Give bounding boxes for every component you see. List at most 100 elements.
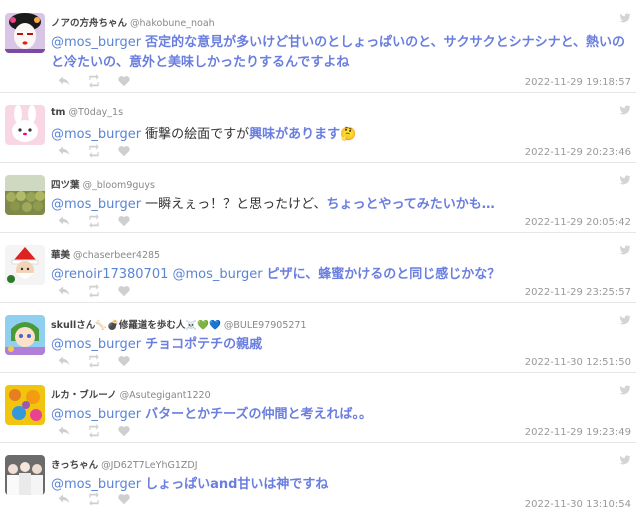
twitter-bird-icon[interactable] (619, 244, 631, 256)
tweet-text: @mos_burger 否定的な意見が多いけど甘いのとしょっぱいのと、サクサクとシ… (51, 33, 631, 73)
avatar-pink-rabbit-image (5, 105, 45, 145)
twitter-bird-icon[interactable] (619, 104, 631, 116)
mention-link[interactable]: @renoir17380701 @mos_burger (51, 267, 263, 282)
retweet-icon[interactable] (87, 354, 101, 368)
retweet-icon[interactable] (87, 424, 101, 438)
mention-link[interactable]: @mos_burger (51, 407, 141, 422)
avatar[interactable] (5, 105, 45, 145)
display-name[interactable]: 四ツ葉 (51, 180, 80, 191)
twitter-bird-icon[interactable] (619, 174, 631, 186)
timestamp[interactable]: 2022-11-29 20:05:42 (525, 217, 631, 228)
tweet-header: ノアの方舟ちゃん @hakobune_noah (51, 15, 215, 29)
tweet-text: @mos_burger バターとかチーズの仲間と考えれば。。 (51, 405, 631, 425)
tweet-card: skullさん🦴💣修羅道を歩む人☠️💚💙 @BULE97905271 @mos_b… (0, 302, 636, 373)
tweet-header: ルカ・ブルーノ @Asutegigant1220 (51, 387, 211, 401)
avatar[interactable] (5, 455, 45, 495)
avatar-field-image (5, 175, 45, 215)
tweet-text: @mos_burger チョコポテチの親戚 (51, 335, 631, 355)
tweet-card: ノアの方舟ちゃん @hakobune_noah @mos_burger 否定的な意見… (0, 0, 636, 93)
avatar-flowers-image (5, 385, 45, 425)
user-handle[interactable]: @_bloom9guys (83, 180, 155, 191)
highlight-text: ピザに、蜂蜜かけるのと同じ感じかな？ (266, 267, 501, 282)
timestamp[interactable]: 2022-11-29 23:25:57 (525, 287, 631, 298)
user-handle[interactable]: @JD62T7LeYhG1ZDJ (101, 460, 197, 471)
display-name[interactable]: tm (51, 107, 65, 118)
tweet-text: @mos_burger 一瞬えぇっ！？と思ったけど、ちょっとやってみたいかも… (51, 195, 631, 215)
user-handle[interactable]: @BULE97905271 (224, 320, 307, 331)
highlight-text: しょっぱいand甘いは神ですね (145, 477, 329, 492)
avatar-santa-image (5, 245, 45, 285)
display-name[interactable]: 華美 (51, 250, 70, 261)
user-handle[interactable]: @chaserbeer4285 (73, 250, 160, 261)
avatar[interactable] (5, 245, 45, 285)
twitter-bird-icon[interactable] (619, 384, 631, 396)
reply-icon[interactable] (57, 424, 71, 438)
reply-icon[interactable] (57, 144, 71, 158)
tweet-card: きっちゃん @JD62T7LeYhG1ZDJ @mos_burger しょっぱいan… (0, 442, 636, 512)
tweet-header: 華美 @chaserbeer4285 (51, 247, 160, 261)
tweet-text: @mos_burger 衝撃の絵面ですが興味があります🤔 (51, 125, 631, 145)
mention-link[interactable]: @mos_burger (51, 127, 141, 142)
user-handle[interactable]: @Asutegigant1220 (120, 390, 211, 401)
highlight-text: チョコポテチの親戚 (145, 337, 263, 352)
timestamp[interactable]: 2022-11-29 19:23:49 (525, 427, 631, 438)
highlight-text: ちょっとやってみたいかも… (326, 197, 495, 212)
reply-feed: ノアの方舟ちゃん @hakobune_noah @mos_burger 否定的な意見… (0, 0, 640, 512)
plain-text: 衝撃の絵面ですが (145, 127, 250, 142)
tweet-header: skullさん🦴💣修羅道を歩む人☠️💚💙 @BULE97905271 (51, 317, 307, 331)
mention-link[interactable]: @mos_burger (51, 197, 141, 212)
display-name[interactable]: きっちゃん (51, 460, 98, 471)
tweet-card: 四ツ葉 @_bloom9guys @mos_burger 一瞬えぇっ！？と思ったけど… (0, 162, 636, 233)
mention-link[interactable]: @mos_burger (51, 337, 141, 352)
retweet-icon[interactable] (87, 492, 101, 506)
timestamp[interactable]: 2022-11-29 19:18:57 (525, 77, 631, 88)
tweet-text: @mos_burger しょっぱいand甘いは神ですね (51, 475, 631, 495)
heart-icon[interactable] (117, 74, 131, 88)
heart-icon[interactable] (117, 214, 131, 228)
avatar[interactable] (5, 385, 45, 425)
tweet-header: 四ツ葉 @_bloom9guys (51, 177, 155, 191)
twitter-bird-icon[interactable] (619, 314, 631, 326)
display-name[interactable]: skullさん🦴💣修羅道を歩む人☠️💚💙 (51, 320, 221, 331)
user-handle[interactable]: @hakobune_noah (130, 18, 215, 29)
display-name[interactable]: ノアの方舟ちゃん (51, 18, 127, 29)
tweet-card: ルカ・ブルーノ @Asutegigant1220 @mos_burger バターとか… (0, 372, 636, 443)
timestamp[interactable]: 2022-11-29 20:23:46 (525, 147, 631, 158)
timestamp[interactable]: 2022-11-30 12:51:50 (525, 357, 631, 368)
twitter-bird-icon[interactable] (619, 454, 631, 466)
avatar[interactable] (5, 175, 45, 215)
retweet-icon[interactable] (87, 74, 101, 88)
tweet-header: きっちゃん @JD62T7LeYhG1ZDJ (51, 457, 198, 471)
retweet-icon[interactable] (87, 144, 101, 158)
reply-icon[interactable] (57, 214, 71, 228)
plain-text: 一瞬えぇっ！？と思ったけど、 (145, 197, 327, 212)
retweet-icon[interactable] (87, 214, 101, 228)
reply-icon[interactable] (57, 284, 71, 298)
heart-icon[interactable] (117, 492, 131, 506)
heart-icon[interactable] (117, 354, 131, 368)
avatar-group-photo-image (5, 455, 45, 495)
avatar[interactable] (5, 13, 45, 53)
avatar-anime-image (5, 315, 45, 355)
reply-icon[interactable] (57, 74, 71, 88)
reply-icon[interactable] (57, 354, 71, 368)
avatar-maiko-image (5, 13, 45, 53)
mention-link[interactable]: @mos_burger (51, 477, 141, 492)
mention-link[interactable]: @mos_burger (51, 35, 141, 50)
display-name[interactable]: ルカ・ブルーノ (51, 390, 117, 401)
reply-icon[interactable] (57, 492, 71, 506)
tweet-header: tm @T0day_1s (51, 107, 123, 118)
timestamp[interactable]: 2022-11-30 13:10:54 (525, 499, 631, 510)
heart-icon[interactable] (117, 284, 131, 298)
heart-icon[interactable] (117, 424, 131, 438)
tweet-card: 華美 @chaserbeer4285 @renoir17380701 @mos_b… (0, 232, 636, 303)
twitter-bird-icon[interactable] (619, 12, 631, 24)
user-handle[interactable]: @T0day_1s (68, 107, 123, 118)
tweet-card: tm @T0day_1s @mos_burger 衝撃の絵面ですが興味があります🤔 … (0, 92, 636, 163)
avatar[interactable] (5, 315, 45, 355)
highlight-text: バターとかチーズの仲間と考えれば。。 (145, 407, 372, 422)
highlight-text: 興味があります🤔 (249, 127, 357, 142)
retweet-icon[interactable] (87, 284, 101, 298)
heart-icon[interactable] (117, 144, 131, 158)
tweet-text: @renoir17380701 @mos_burger ピザに、蜂蜜かけるのと同じ… (51, 265, 631, 285)
